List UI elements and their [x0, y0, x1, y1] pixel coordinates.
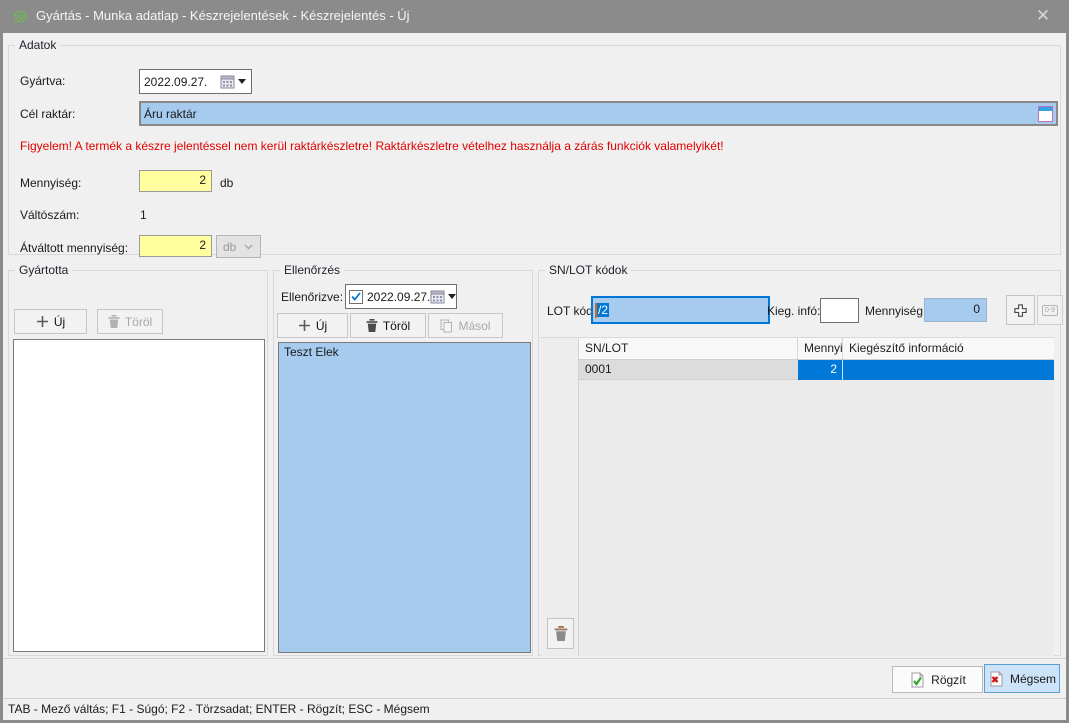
gyartotta-add-button[interactable]: Új	[14, 309, 87, 334]
adatok-group: Adatok Gyártva: 2022.09.27. Cél raktár: …	[8, 45, 1061, 255]
ellenorzes-delete-button[interactable]: Töröl	[350, 313, 426, 338]
kieg-info-input[interactable]	[820, 298, 859, 323]
footer-divider	[3, 658, 1066, 659]
warning-text: Figyelem! A termék a készre jelentéssel …	[20, 139, 724, 153]
gyartotta-list[interactable]	[13, 339, 265, 652]
plus-icon	[36, 315, 49, 328]
gyartva-date-value: 2022.09.27.	[140, 75, 220, 89]
window: Gyártás - Munka adatlap - Készrejelentés…	[0, 0, 1069, 723]
calendar-icon[interactable]	[430, 290, 445, 304]
ellenorzes-list[interactable]: Teszt Elek	[278, 342, 531, 653]
copy-icon	[440, 319, 453, 333]
lot-kod-label: LOT kód:	[547, 304, 596, 318]
ellenorzes-delete-label: Töröl	[383, 319, 410, 333]
status-bar: TAB - Mező váltás; F1 - Súgó; F2 - Törzs…	[3, 698, 1066, 720]
trash-icon	[366, 319, 378, 332]
numbering-icon: 0-9	[1042, 305, 1058, 316]
cancel-x-icon	[988, 671, 1004, 687]
title-bar: Gyártás - Munka adatlap - Készrejelentés…	[0, 0, 1069, 33]
trash-icon	[554, 626, 568, 641]
calendar-icon[interactable]	[220, 75, 235, 89]
ellenorzes-group: Ellenőrzés Ellenőrizve: 2022.09.27.	[273, 270, 533, 656]
list-item[interactable]: Teszt Elek	[279, 343, 530, 361]
column-header-info[interactable]: Kiegészítő információ	[843, 338, 1054, 359]
gyartva-date-input[interactable]: 2022.09.27.	[139, 69, 252, 94]
atvaltott-unit-value: db	[223, 240, 236, 254]
cell-info[interactable]	[843, 360, 1054, 380]
ellenorizve-date-value: 2022.09.27.	[366, 290, 430, 304]
client-area: Adatok Gyártva: 2022.09.27. Cél raktár: …	[3, 33, 1066, 720]
chevron-down-icon[interactable]	[448, 294, 456, 299]
snlot-table-gutter	[541, 337, 578, 656]
lookup-window-icon[interactable]	[1038, 106, 1053, 122]
cel-raktar-field[interactable]: Áru raktár	[139, 101, 1058, 126]
ellenorzes-copy-button: Másol	[428, 313, 503, 338]
gyartotta-group-title: Gyártotta	[15, 263, 72, 277]
chevron-down-icon	[244, 244, 253, 250]
ellenorzes-group-title: Ellenőrzés	[280, 263, 344, 277]
chevron-down-icon[interactable]	[238, 79, 246, 84]
column-header-qty[interactable]: Mennyi:	[798, 338, 843, 359]
snlot-group-title: SN/LOT kódok	[545, 263, 631, 277]
ellenorizve-checkbox[interactable]	[349, 290, 363, 304]
gyartva-label: Gyártva:	[20, 74, 65, 88]
ellenorzes-add-label: Új	[316, 319, 327, 333]
trash-icon	[108, 315, 120, 328]
lot-kod-input[interactable]: /2	[591, 296, 770, 324]
column-header-sn[interactable]: SN/LOT	[579, 338, 798, 359]
gyartotta-group: Gyártotta Új Töröl	[8, 270, 268, 656]
status-text: TAB - Mező váltás; F1 - Súgó; F2 - Törzs…	[8, 702, 430, 716]
snlot-group: SN/LOT kódok LOT kód: /2 Kieg. infó: Men…	[538, 270, 1061, 656]
snlot-table[interactable]: SN/LOT Mennyi: Kiegészítő információ 000…	[578, 337, 1054, 656]
gyartotta-delete-label: Töröl	[125, 315, 152, 329]
gyartotta-delete-button: Töröl	[97, 309, 163, 334]
atvaltott-label: Átváltott mennyiség:	[20, 241, 128, 255]
cel-raktar-label: Cél raktár:	[20, 107, 75, 121]
megsem-button[interactable]: Mégsem	[984, 664, 1060, 693]
mennyiseg-input[interactable]: 2	[139, 170, 212, 192]
ellenorzes-add-button[interactable]: Új	[277, 313, 348, 338]
add-code-button[interactable]	[1006, 295, 1035, 325]
plus-icon	[298, 319, 311, 332]
ellenorizve-date-input[interactable]: 2022.09.27.	[345, 284, 457, 309]
window-title: Gyártás - Munka adatlap - Készrejelentés…	[36, 8, 410, 23]
snlot-mennyiseg-field: 0	[924, 298, 987, 322]
atvaltott-input[interactable]: 2	[139, 235, 212, 257]
close-icon[interactable]: ✕	[1027, 4, 1059, 28]
mennyiseg-unit: db	[220, 176, 233, 190]
mennyiseg-label: Mennyiség:	[20, 176, 81, 190]
cell-qty[interactable]: 2	[798, 360, 843, 380]
cell-sn[interactable]: 0001	[579, 360, 798, 380]
app-gear-icon	[13, 9, 28, 24]
snlot-table-header[interactable]: SN/LOT Mennyi: Kiegészítő információ	[579, 338, 1054, 360]
numbering-button: 0-9	[1037, 295, 1063, 325]
save-check-icon	[909, 672, 925, 688]
plus-open-icon	[1013, 303, 1028, 318]
gyartotta-add-label: Új	[54, 315, 65, 329]
adatok-group-title: Adatok	[15, 38, 60, 52]
valtoszam-value: 1	[140, 208, 147, 222]
rogzit-button[interactable]: Rögzít	[892, 666, 983, 693]
valtoszam-label: Váltószám:	[20, 208, 79, 222]
table-row[interactable]: 0001 2	[579, 360, 1054, 380]
megsem-label: Mégsem	[1010, 672, 1056, 686]
lot-kod-value: /2	[597, 303, 609, 317]
kieg-info-label: Kieg. infó:	[767, 304, 820, 318]
cel-raktar-value: Áru raktár	[144, 107, 1038, 121]
rogzit-label: Rögzít	[931, 673, 966, 687]
delete-row-button[interactable]	[547, 618, 574, 649]
ellenorzes-copy-label: Másol	[458, 319, 490, 333]
ellenorizve-label: Ellenőrizve:	[281, 290, 343, 304]
snlot-mennyiseg-label: Mennyiség:	[865, 304, 926, 318]
atvaltott-unit-select: db	[216, 235, 261, 258]
